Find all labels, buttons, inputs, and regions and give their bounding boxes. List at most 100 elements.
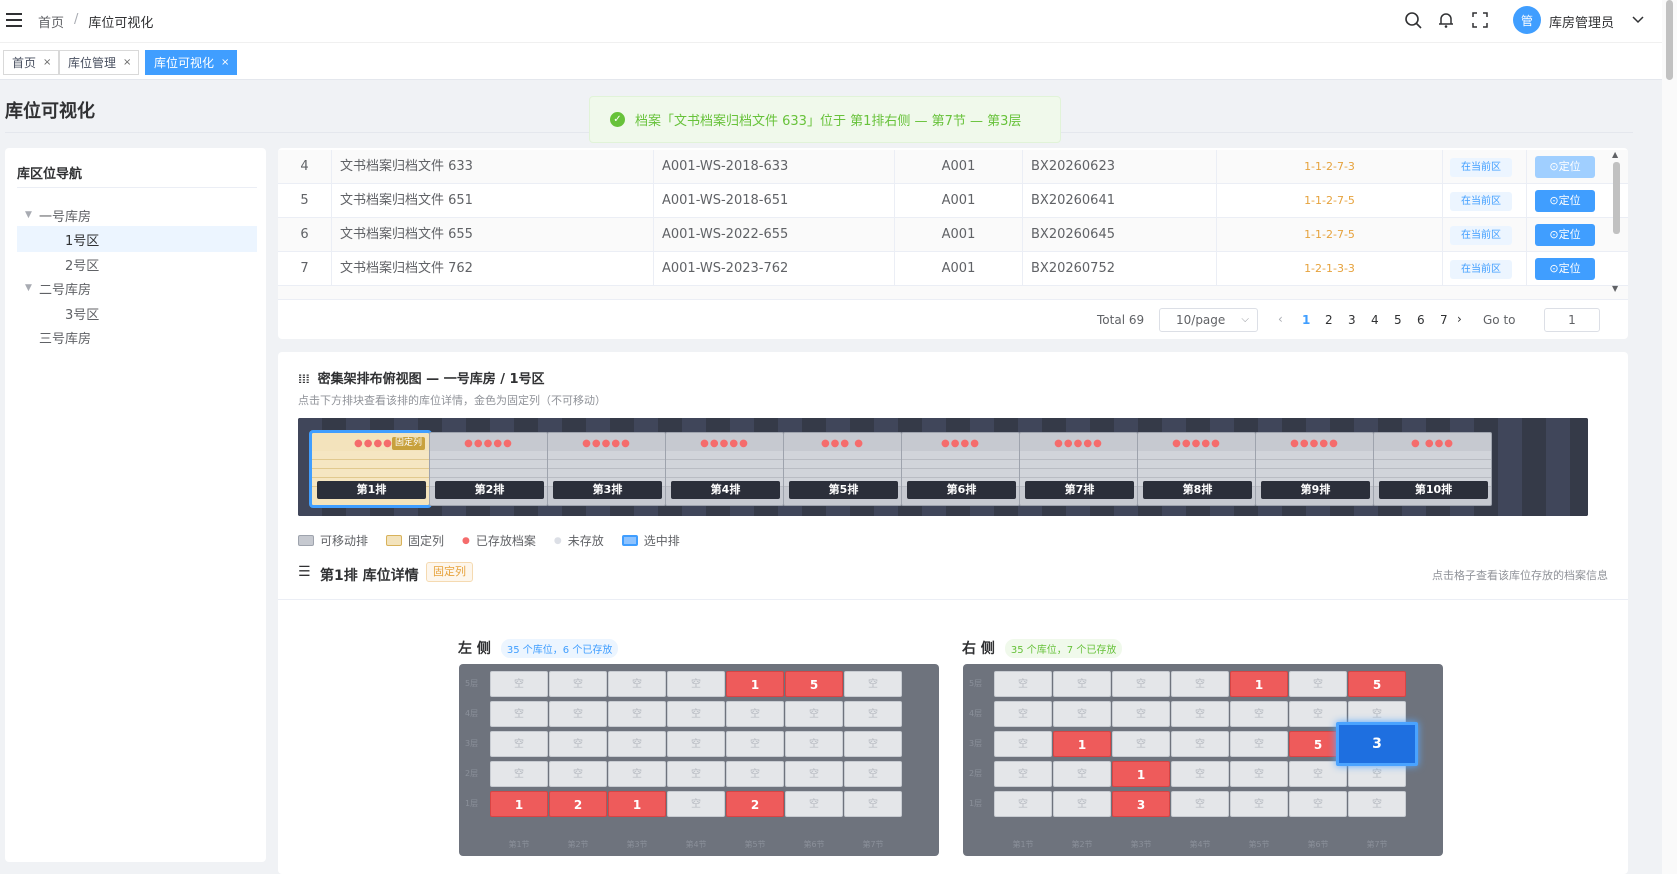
location-cell[interactable]: 1 — [1053, 731, 1111, 757]
page-scroll-thumb[interactable] — [1666, 0, 1673, 80]
locate-button[interactable]: ⊙定位 — [1535, 258, 1595, 280]
location-cell[interactable]: 空 — [1171, 791, 1229, 817]
location-cell[interactable]: 空 — [844, 671, 902, 697]
breadcrumb-home[interactable]: 首页 — [38, 12, 64, 31]
location-cell[interactable]: 空 — [667, 671, 725, 697]
shelf-row-block[interactable]: ●●●●● 第9排 — [1255, 432, 1374, 506]
page-number[interactable]: 2 — [1325, 313, 1333, 327]
location-cell[interactable]: 空 — [844, 791, 902, 817]
location-cell[interactable]: 空 — [608, 761, 666, 787]
tree-node-room2[interactable]: ▼ 二号库房 — [17, 275, 257, 301]
fullscreen-icon[interactable] — [1470, 10, 1490, 30]
location-cell[interactable]: 空 — [1171, 761, 1229, 787]
location-cell[interactable]: 2 — [549, 791, 607, 817]
location-cell[interactable]: 空 — [844, 701, 902, 727]
location-cell[interactable]: 空 — [667, 761, 725, 787]
location-cell[interactable]: 空 — [490, 701, 548, 727]
prev-page-icon[interactable]: ‹ — [1278, 312, 1283, 326]
tree-node-room1[interactable]: ▼ 一号库房 — [17, 202, 257, 228]
table-row[interactable]: 6 文书档案归档文件 655 A001-WS-2022-655 A001 BX20260… — [278, 218, 1628, 252]
location-cell[interactable]: 空 — [1112, 671, 1170, 697]
shelf-row-block[interactable]: ● ●●● 第10排 — [1373, 432, 1492, 506]
location-cell[interactable]: 空 — [667, 731, 725, 757]
location-cell[interactable]: 空 — [549, 731, 607, 757]
shelf-row-block[interactable]: ●●●●● 第3排 — [547, 432, 666, 506]
location-cell[interactable]: 空 — [1348, 791, 1406, 817]
location-cell[interactable]: 空 — [549, 701, 607, 727]
location-cell[interactable]: 空 — [1289, 791, 1347, 817]
location-cell[interactable]: 空 — [1171, 731, 1229, 757]
location-cell[interactable]: 空 — [490, 671, 548, 697]
location-cell[interactable]: 空 — [785, 731, 843, 757]
location-cell[interactable]: 空 — [1230, 701, 1288, 727]
location-cell[interactable]: 空 — [608, 671, 666, 697]
menu-toggle-icon[interactable] — [6, 13, 22, 27]
next-page-icon[interactable]: › — [1457, 312, 1462, 326]
shelf-row-block[interactable]: ●●● ● 第5排 — [783, 432, 902, 506]
location-cell[interactable]: 空 — [667, 701, 725, 727]
location-cell[interactable]: 空 — [994, 731, 1052, 757]
close-icon[interactable]: × — [43, 57, 51, 68]
location-cell[interactable]: 空 — [1112, 731, 1170, 757]
tree-node-room3[interactable]: 三号库房 — [17, 324, 257, 350]
location-cell[interactable]: 空 — [1171, 671, 1229, 697]
table-scroll-thumb[interactable] — [1613, 162, 1620, 234]
page-scrollbar[interactable] — [1662, 0, 1677, 874]
page-size-select[interactable]: 10/page ⌵ — [1159, 308, 1258, 332]
location-cell[interactable]: 空 — [1171, 701, 1229, 727]
avatar[interactable]: 管 — [1513, 6, 1541, 34]
location-cell[interactable]: 空 — [994, 761, 1052, 787]
location-cell[interactable]: 空 — [726, 761, 784, 787]
tab-location-visual[interactable]: 库位可视化 × — [145, 50, 238, 75]
user-name[interactable]: 库房管理员 — [1549, 12, 1614, 31]
location-cell[interactable]: 空 — [1230, 791, 1288, 817]
close-icon[interactable]: × — [123, 57, 131, 68]
location-cell[interactable]: 空 — [608, 731, 666, 757]
location-cell[interactable]: 空 — [1112, 701, 1170, 727]
location-cell[interactable]: 5 — [785, 671, 843, 697]
shelf-row-block[interactable]: ●●●● 第6排 — [901, 432, 1020, 506]
shelf-row-block[interactable]: ●●●●● 第7排 — [1019, 432, 1138, 506]
close-icon[interactable]: × — [221, 57, 229, 68]
location-cell[interactable]: 空 — [1053, 761, 1111, 787]
tree-node-zone1[interactable]: 1号区 — [17, 226, 257, 252]
goto-page-input[interactable]: 1 — [1544, 308, 1600, 332]
page-number[interactable]: 1 — [1302, 313, 1310, 327]
location-cell[interactable]: 空 — [844, 731, 902, 757]
location-cell[interactable]: 空 — [549, 761, 607, 787]
location-cell[interactable]: 空 — [490, 731, 548, 757]
page-number[interactable]: 6 — [1417, 313, 1425, 327]
page-number[interactable]: 3 — [1348, 313, 1356, 327]
location-cell[interactable]: 1 — [1230, 671, 1288, 697]
shelf-row-block[interactable]: ●●●●● 固定列 第1排 — [309, 430, 432, 508]
page-number[interactable]: 7 — [1440, 313, 1448, 327]
caret-down-icon[interactable]: ▼ — [25, 210, 39, 220]
location-cell[interactable]: 5 — [1348, 671, 1406, 697]
location-cell[interactable]: 空 — [844, 761, 902, 787]
location-cell[interactable]: 空 — [994, 701, 1052, 727]
search-icon[interactable] — [1403, 10, 1423, 30]
locate-button[interactable]: ⊙定位 — [1535, 224, 1595, 246]
table-row[interactable]: 5 文书档案归档文件 651 A001-WS-2018-651 A001 BX20260… — [278, 184, 1628, 218]
location-cell[interactable]: 空 — [549, 671, 607, 697]
shelf-row-block[interactable]: ●●●●● 第8排 — [1137, 432, 1256, 506]
tab-home[interactable]: 首页 × — [3, 50, 60, 75]
location-cell[interactable]: 空 — [667, 791, 725, 817]
location-cell[interactable]: 2 — [726, 791, 784, 817]
table-scrollbar[interactable]: ▲ ▼ — [1607, 148, 1628, 298]
location-cell[interactable]: 空 — [608, 701, 666, 727]
location-cell[interactable]: 3 — [1336, 722, 1418, 766]
table-row[interactable]: 4 文书档案归档文件 633 A001-WS-2018-633 A001 BX20260… — [278, 150, 1628, 184]
shelf-row-block[interactable]: ●●●●● 第2排 — [429, 432, 548, 506]
location-cell[interactable]: 空 — [994, 671, 1052, 697]
location-cell[interactable]: 3 — [1112, 791, 1170, 817]
location-cell[interactable]: 1 — [490, 791, 548, 817]
page-number[interactable]: 4 — [1371, 313, 1379, 327]
location-cell[interactable]: 1 — [1112, 761, 1170, 787]
location-cell[interactable]: 1 — [608, 791, 666, 817]
location-cell[interactable]: 空 — [1230, 731, 1288, 757]
locate-button[interactable]: ⊙定位 — [1535, 190, 1595, 212]
tree-node-zone3[interactable]: 3号区 — [17, 300, 257, 326]
location-cell[interactable]: 1 — [726, 671, 784, 697]
location-cell[interactable]: 空 — [726, 701, 784, 727]
